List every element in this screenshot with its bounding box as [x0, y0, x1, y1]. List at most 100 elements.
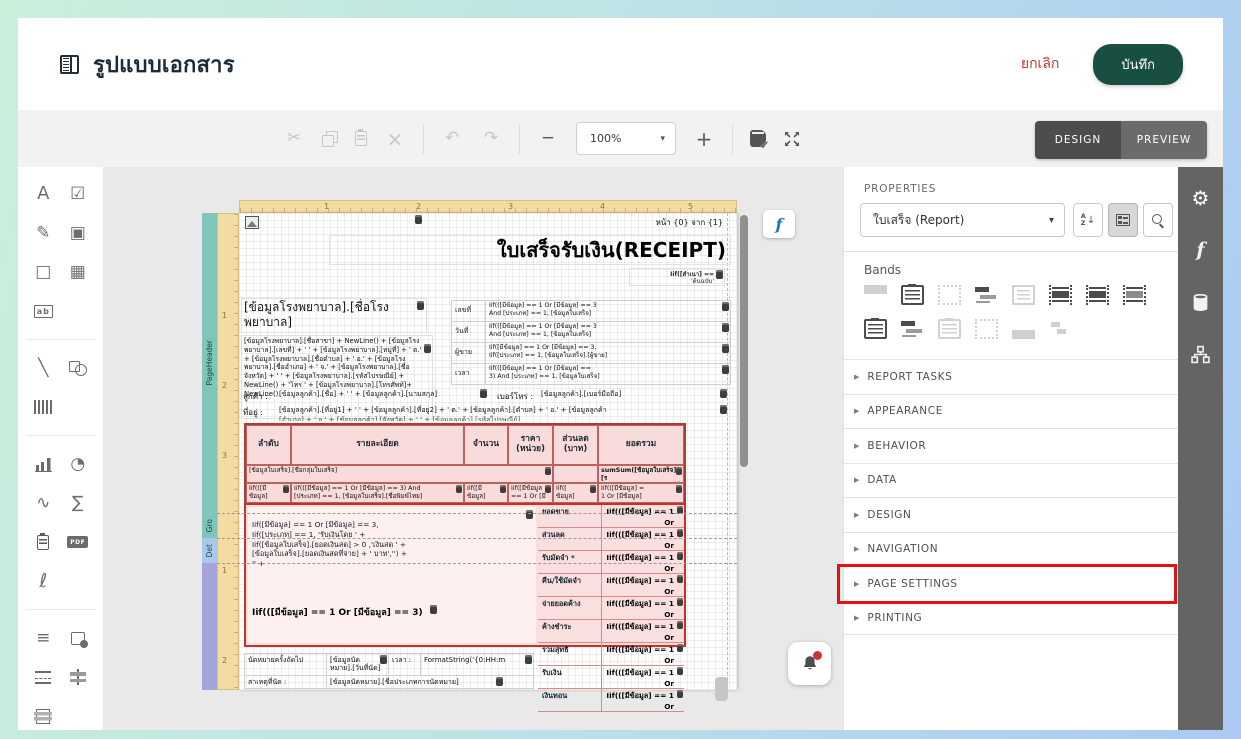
toolbox-item-pdf-content[interactable]: PDF: [65, 531, 91, 553]
customer-value-cell[interactable]: [ข้อมูลลูกค้า].[ชื่อ] + ' ' + [ข้อมูลลูก…: [279, 389, 487, 400]
tab-design[interactable]: DESIGN: [1035, 121, 1121, 159]
report-page[interactable]: หน้า {0} จาก {1} ใบเสร็จรับเงิน(RECEIPT)…: [239, 213, 737, 712]
field-list-tab-button[interactable]: [1178, 283, 1223, 321]
appointment-value-cell[interactable]: [ข้อมูลนัด หมาย].[วันที่นัด]: [327, 654, 389, 675]
cancel-button[interactable]: ยกเลิก: [1021, 53, 1060, 75]
toolbox-item-chart[interactable]: [30, 453, 56, 475]
band-icon-detail-report-2[interactable]: [1086, 285, 1109, 305]
tab-preview[interactable]: PREVIEW: [1121, 121, 1207, 159]
column-header[interactable]: ลำดับ: [246, 425, 291, 465]
detail-cell[interactable]: Iif(([มีข้อมูล] == 1 Or [มีข้อมูล] == 3)…: [291, 483, 464, 503]
band-icon-vertical-header[interactable]: [938, 285, 961, 305]
band-page-header[interactable]: PageHeader: [202, 213, 217, 513]
section-behavior[interactable]: ▶ BEHAVIOR: [844, 428, 1178, 463]
section-navigation[interactable]: ▶ NAVIGATION: [844, 531, 1178, 567]
zoom-in-icon[interactable]: +: [693, 129, 715, 149]
total-row[interactable]: รวมสุทธิ Iif(([มีข้อมูล] == 1 Or: [538, 643, 684, 666]
section-appearance[interactable]: ▶ APPEARANCE: [844, 393, 1178, 429]
expressions-tab-button[interactable]: f: [1178, 231, 1223, 269]
toolbox-item-signature[interactable]: ℓ: [30, 570, 56, 592]
column-header[interactable]: ส่วนลด (บาท): [553, 425, 598, 465]
column-header[interactable]: ยอดรวม: [598, 425, 684, 465]
notification-button[interactable]: [788, 642, 831, 685]
reason-value-cell[interactable]: [ข้อมูลนัดหมาย].[ชื่อประเภทการนัดหมาย]: [327, 676, 533, 688]
column-header[interactable]: ราคา (หน่วย): [508, 425, 553, 465]
toolbox-item-check-box[interactable]: ☑: [65, 183, 91, 205]
search-button[interactable]: [1143, 203, 1173, 237]
section-design[interactable]: ▶ DESIGN: [844, 497, 1178, 532]
canvas-scrollbar[interactable]: [740, 215, 748, 467]
toolbox-item-sparkline[interactable]: ∿: [30, 492, 56, 514]
toolbox-item-table-of-contents[interactable]: ≡: [30, 627, 56, 649]
group-name-cell[interactable]: [ข้อมูลใบเสร็จ].[ชื่อกลุ่มใบเสร็จ]: [246, 465, 553, 483]
properties-tab-button[interactable]: ⚙: [1178, 179, 1223, 217]
band-icon-sub-band[interactable]: [938, 318, 961, 339]
band-icon-detail[interactable]: [1012, 285, 1035, 305]
table-row[interactable]: สาเหตุที่นัด : [ข้อมูลนัดหมาย].[ชื่อประเ…: [244, 674, 534, 690]
logo-picture-placeholder[interactable]: [245, 216, 259, 229]
section-printing[interactable]: ▶ PRINTING: [844, 600, 1178, 635]
band-icon-top-margin[interactable]: [864, 285, 887, 305]
save-button[interactable]: บันทึก: [1093, 43, 1183, 85]
hospital-name-cell[interactable]: [ข้อมูลโรงพยาบาล].[ชื่อโรงพยาบาล]: [241, 298, 427, 333]
band-icon-report-footer[interactable]: [864, 318, 887, 339]
section-report-tasks[interactable]: ▶ REPORT TASKS: [844, 359, 1178, 394]
toolbox-item-character-comb[interactable]: ab: [30, 300, 56, 322]
table-row[interactable]: ผู้ขาย Iif([มีข้อมูล] == 1 Or [มีข้อมูล]…: [452, 343, 731, 364]
toolbox-item-label[interactable]: A: [30, 183, 56, 205]
table-row[interactable]: นัดหมายครั้งถัดไป [ข้อมูลนัด หมาย].[วันท…: [244, 653, 534, 675]
column-header[interactable]: รายละเอียด: [291, 425, 464, 465]
total-row[interactable]: จ่ายยอดค้าง Iif(([มีข้อมูล] == 1 Or: [538, 597, 684, 620]
total-row[interactable]: ค้างชำระ Iif(([มีข้อมูล] == 1 Or: [538, 620, 684, 643]
toolbox-item-barcode[interactable]: [30, 396, 56, 418]
toolbox-item-pivot-grid[interactable]: ∑: [65, 492, 91, 514]
delete-icon[interactable]: ×: [384, 129, 406, 149]
band-icon-page-footer[interactable]: [1049, 319, 1072, 339]
total-row[interactable]: ส่วนลด Iif(([มีข้อมูล] == 1 Or: [538, 528, 684, 551]
zoom-select[interactable]: 100% ▾: [576, 122, 676, 155]
band-detail[interactable]: Det: [202, 538, 217, 563]
group-sum-cell[interactable]: sumSum([ข้อมูลใบเสร็จ].[ร สุทธิรายเข้าไ: [598, 465, 684, 483]
band-icon-group-footer[interactable]: [901, 319, 924, 339]
validate-report-icon[interactable]: [750, 130, 770, 152]
toolbox-item-panel[interactable]: □: [30, 261, 56, 283]
paste-icon[interactable]: [355, 129, 367, 146]
component-select[interactable]: ใบเสร็จ (Report) ▾: [860, 203, 1065, 237]
copy-expression-cell[interactable]: Iif([สำเนา] == 'ต้นฉบับ': [629, 268, 725, 286]
detail-cell[interactable]: Iif(([มีข้อมูล] = 1 Or [มีข้อมูล]: [598, 483, 684, 503]
report-explorer-tab-button[interactable]: [1178, 335, 1223, 373]
band-group-footer[interactable]: [202, 563, 217, 690]
detail-cell[interactable]: Iif([มี ข้อมูล]: [464, 483, 508, 503]
detail-cell[interactable]: Iif([มีข้อมูล == 1 Or [มี: [508, 483, 553, 503]
payment-expression-cell[interactable]: Iif([มีข้อมูล] == 1 Or [มีข้อมูล] == 3, …: [248, 507, 536, 643]
redo-icon[interactable]: ↷: [480, 130, 502, 147]
zoom-out-icon[interactable]: −: [537, 130, 559, 147]
sort-az-button[interactable]: AZ ↓: [1073, 203, 1103, 237]
toolbox-item-line[interactable]: ╲: [30, 357, 56, 379]
toolbox-item-rich-text[interactable]: ✎: [30, 222, 56, 244]
section-data[interactable]: ▶ DATA: [844, 462, 1178, 498]
toolbox-item-gauge[interactable]: ◔: [65, 453, 91, 475]
time-value-cell[interactable]: FormatString('{0:HH:m: [421, 654, 533, 675]
band-separator[interactable]: [217, 563, 737, 564]
grouped-view-button[interactable]: [1108, 203, 1138, 237]
items-table[interactable]: ลำดับ รายละเอียด จำนวน ราคา (หน่วย) ส่วน…: [244, 423, 686, 505]
total-row[interactable]: คืน/ใช้มัดจำ Iif(([มีข้อมูล] == 1 Or: [538, 574, 684, 597]
band-group-header[interactable]: Gro: [202, 513, 217, 538]
toolbox-item-page-info[interactable]: [65, 627, 91, 649]
band-icon-report-header[interactable]: [901, 284, 924, 305]
band-separator[interactable]: [217, 538, 737, 539]
column-header[interactable]: จำนวน: [464, 425, 508, 465]
toolbox-item-cross-band-box[interactable]: [30, 705, 56, 727]
total-row[interactable]: เงินทอน Iif(([มีข้อมูล] == 1 Or: [538, 689, 684, 712]
detail-cell[interactable]: Iif(([มี ข้อมูล]: [246, 483, 291, 503]
receipt-title-cell[interactable]: ใบเสร็จรับเงิน(RECEIPT): [329, 235, 731, 265]
page-counter-cell[interactable]: หน้า {0} จาก {1}: [656, 216, 723, 229]
payment-bold-cell[interactable]: Iif(([มีข้อมูล] == 1 Or [มีข้อมูล] == 3): [252, 605, 437, 619]
cut-icon[interactable]: ✂: [283, 130, 305, 147]
toolbox-item-picture-box[interactable]: ▣: [65, 222, 91, 244]
table-row[interactable]: เลขที่ Iif(([มีข้อมูล] == 1 Or [มีข้อมูล…: [452, 301, 731, 322]
undo-icon[interactable]: ↶: [441, 130, 463, 147]
design-canvas[interactable]: 1 2 3 4 5 1 2 3 1 2 PageHeader Gro Det ห…: [103, 167, 843, 730]
toolbox-item-shape[interactable]: [65, 357, 91, 379]
